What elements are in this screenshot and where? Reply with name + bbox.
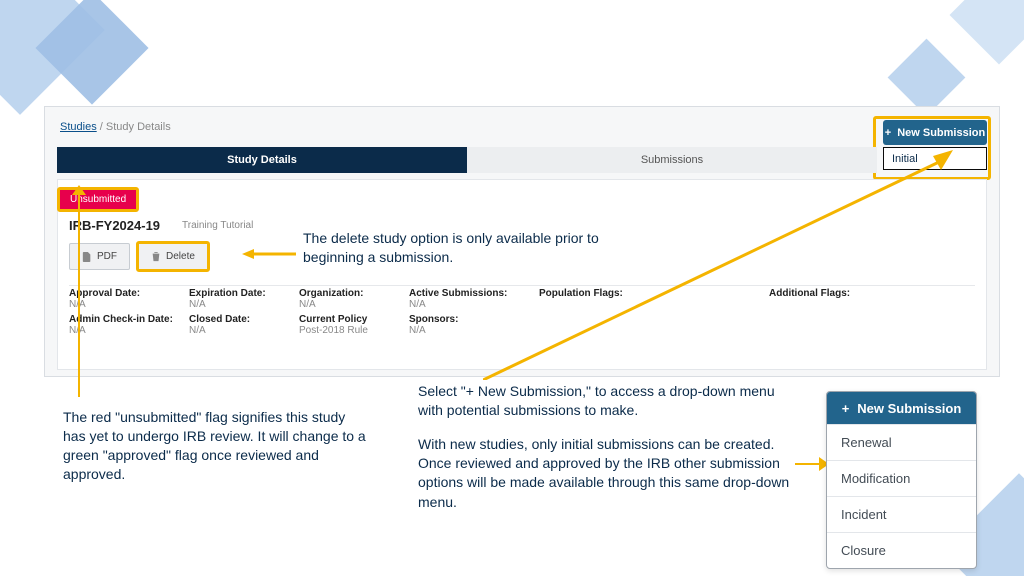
delete-button[interactable]: Delete xyxy=(136,241,210,272)
trash-icon xyxy=(151,252,161,262)
app-panel: Studies / Study Details + New Submission… xyxy=(44,106,1000,377)
tab-study-details[interactable]: Study Details xyxy=(57,147,467,173)
bg-diamond xyxy=(888,39,966,117)
breadcrumb-root[interactable]: Studies xyxy=(60,121,97,133)
status-badge-unsubmitted: Unsubmitted xyxy=(57,187,139,212)
bg-diamond xyxy=(950,0,1024,64)
dropdown-item-incident[interactable]: Incident xyxy=(827,496,976,532)
study-actions: PDF Delete xyxy=(69,241,210,272)
submission-dropdown: + New Submission Renewal Modification In… xyxy=(826,391,977,569)
study-id: IRB-FY2024-19 xyxy=(69,218,160,233)
file-icon xyxy=(82,252,92,262)
plus-icon: + xyxy=(885,127,891,139)
breadcrumb-current: Study Details xyxy=(106,121,171,133)
dropdown-item-modification[interactable]: Modification xyxy=(827,460,976,496)
new-submission-button[interactable]: + New Submission xyxy=(827,392,976,424)
dropdown-item-renewal[interactable]: Renewal xyxy=(827,424,976,460)
annotation-new-submission: Select "+ New Submission," to access a d… xyxy=(418,382,800,526)
arrow-unsubmitted-line xyxy=(78,189,80,397)
annotation-delete: The delete study option is only availabl… xyxy=(303,229,663,267)
tab-submissions[interactable]: Submissions xyxy=(467,147,877,173)
annotation-unsubmitted: The red "unsubmitted" flag signifies thi… xyxy=(63,408,371,484)
arrow-dropdown-line xyxy=(795,463,821,465)
plus-icon: + xyxy=(842,401,850,416)
new-submission-button[interactable]: + New Submission xyxy=(883,120,987,145)
breadcrumb: Studies / Study Details xyxy=(60,121,171,133)
study-subtitle: Training Tutorial xyxy=(182,220,253,231)
metadata-grid: Approval Date:N/A Expiration Date:N/A Or… xyxy=(69,288,975,336)
divider xyxy=(69,285,975,286)
study-card xyxy=(57,179,987,370)
arrow-delete-annotation xyxy=(242,247,296,261)
tab-bar: Study Details Submissions xyxy=(57,147,987,173)
dropdown-item-closure[interactable]: Closure xyxy=(827,532,976,568)
